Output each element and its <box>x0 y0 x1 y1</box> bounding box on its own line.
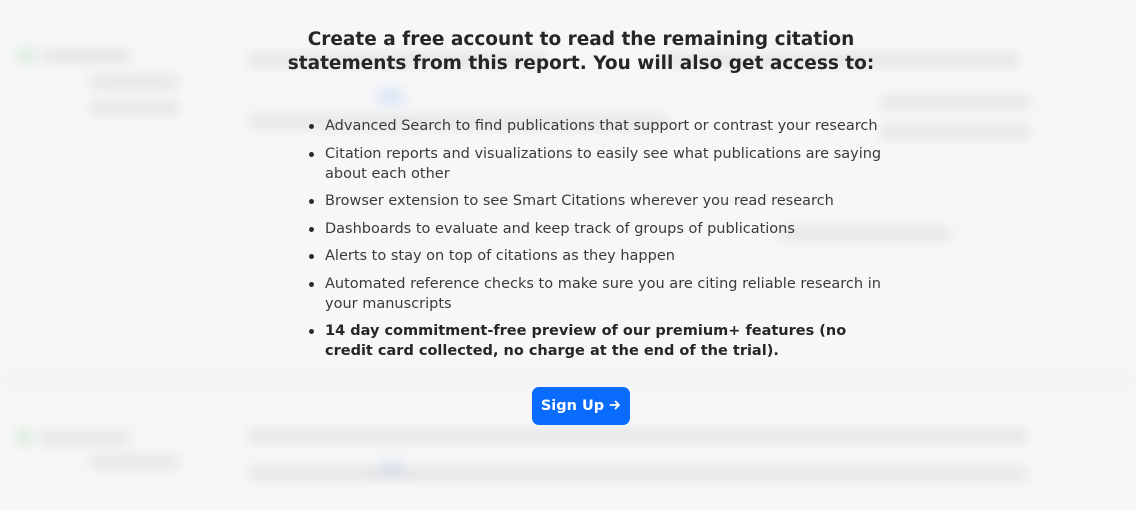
arrow-right-icon <box>609 399 621 414</box>
feature-item-alerts: Alerts to stay on top of citations as th… <box>309 246 885 266</box>
feature-list: Advanced Search to find publications tha… <box>309 116 885 369</box>
sign-up-button-label: Sign Up <box>540 398 605 414</box>
sign-up-button[interactable]: Sign Up <box>532 387 630 425</box>
feature-item-citation-reports: Citation reports and visualizations to e… <box>309 144 885 184</box>
feature-item-browser-extension: Browser extension to see Smart Citations… <box>309 191 885 211</box>
feature-item-reference-checks: Automated reference checks to make sure … <box>309 274 885 314</box>
signup-prompt-overlay: Create a free account to read the remain… <box>0 0 1136 482</box>
feature-item-dashboards: Dashboards to evaluate and keep track of… <box>309 219 885 239</box>
feature-item-premium-preview: 14 day commitment-free preview of our pr… <box>309 321 885 361</box>
feature-item-advanced-search: Advanced Search to find publications tha… <box>309 116 885 136</box>
signup-prompt-headline: Create a free account to read the remain… <box>287 29 875 74</box>
